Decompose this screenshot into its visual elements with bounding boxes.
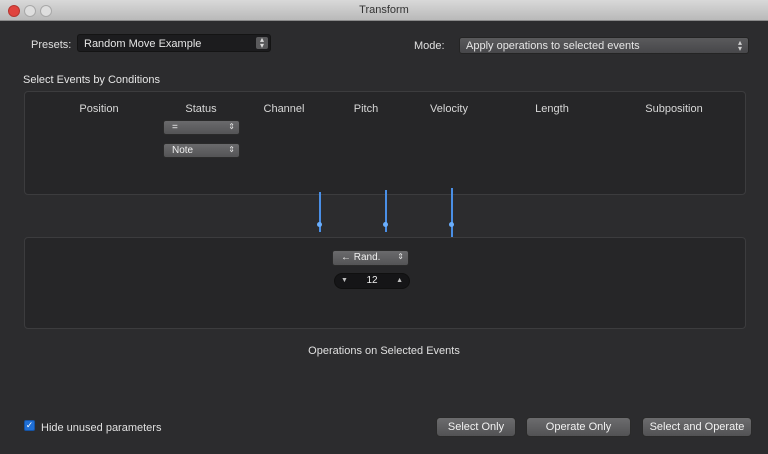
- connector-dot: [317, 222, 322, 227]
- operation-type-select[interactable]: ← Rand. ⇕: [332, 250, 409, 266]
- status-value: Note: [172, 145, 194, 156]
- checkmark-icon: ✓: [25, 420, 34, 430]
- window-title: Transform: [359, 4, 409, 16]
- status-operator-select[interactable]: = ⇕: [163, 120, 240, 135]
- dropdown-arrow-icon: ▴ ▾: [737, 38, 742, 53]
- presets-value: Random Move Example: [84, 38, 202, 50]
- dropdown-arrow-icon: ⇕: [228, 145, 235, 154]
- presets-label: Presets:: [31, 39, 72, 51]
- status-operator-value: =: [172, 122, 178, 133]
- stepper-icon[interactable]: ▴ ▾: [256, 36, 268, 50]
- status-value-select[interactable]: Note ⇕: [163, 143, 240, 158]
- connector-dot: [449, 222, 454, 227]
- column-header-subposition: Subposition: [645, 103, 703, 115]
- select-and-operate-button[interactable]: Select and Operate: [642, 417, 752, 437]
- hide-unused-checkbox[interactable]: ✓: [24, 420, 35, 431]
- operations-caption: Operations on Selected Events: [308, 345, 460, 357]
- connector-dot: [383, 222, 388, 227]
- operation-value-stepper[interactable]: ▼ 12 ▲: [334, 273, 410, 289]
- column-header-position: Position: [79, 103, 119, 115]
- title-bar: Transform: [0, 0, 768, 21]
- mode-value: Apply operations to selected events: [466, 40, 640, 52]
- column-header-pitch: Pitch: [353, 103, 379, 115]
- select-only-button[interactable]: Select Only: [436, 417, 516, 437]
- column-header-velocity: Velocity: [430, 103, 468, 115]
- operation-type-value: ← Rand.: [341, 252, 381, 263]
- column-header-status: Status: [185, 103, 217, 115]
- hide-unused-label: Hide unused parameters: [41, 422, 162, 434]
- presets-select[interactable]: Random Move Example ▴ ▾: [77, 34, 271, 52]
- operate-only-button[interactable]: Operate Only: [526, 417, 631, 437]
- conditions-panel: [24, 91, 746, 195]
- dropdown-arrow-icon: ⇕: [228, 122, 235, 131]
- conditions-title: Select Events by Conditions: [23, 74, 160, 86]
- column-header-channel: Channel: [263, 103, 305, 115]
- mode-label: Mode:: [414, 40, 445, 52]
- connector-line: [451, 188, 453, 244]
- increment-icon[interactable]: ▲: [396, 277, 403, 284]
- dropdown-arrow-icon: ⇕: [397, 252, 404, 261]
- column-header-length: Length: [535, 103, 569, 115]
- mode-select[interactable]: Apply operations to selected events ▴ ▾: [459, 37, 749, 54]
- transform-window: Transform Presets: Random Move Example ▴…: [0, 0, 768, 454]
